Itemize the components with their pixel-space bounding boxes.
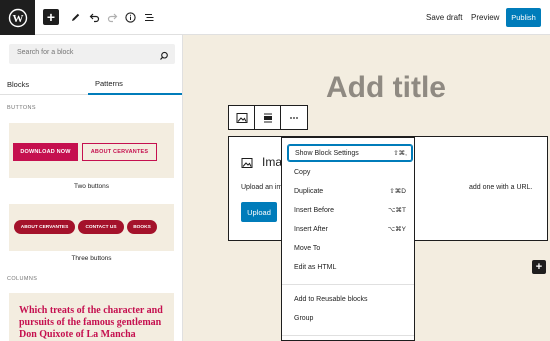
menu-item-insert-before[interactable]: Insert Before ⌥⌘T — [294, 202, 406, 218]
search-input[interactable]: Search for a block — [9, 44, 175, 64]
search-icon[interactable] — [159, 48, 169, 66]
menu-item-label: Insert Before — [294, 206, 335, 214]
menu-divider — [282, 284, 414, 285]
image-block-description-end: add one with a URL. — [469, 184, 533, 191]
search-placeholder: Search for a block — [17, 49, 74, 56]
tab-blocks[interactable]: Blocks — [7, 73, 37, 95]
menu-item-duplicate[interactable]: Duplicate ⇧⌘D — [294, 183, 406, 199]
svg-text:W: W — [12, 13, 23, 25]
menu-item-group[interactable]: Group — [294, 310, 406, 326]
image-block-title: Ima — [262, 155, 283, 169]
block-options-menu: Show Block Settings ⇧⌘, Copy Duplicate ⇧… — [281, 137, 415, 341]
block-inserter-panel: Search for a block Blocks Patterns BUTTO… — [0, 35, 183, 341]
preview-button[interactable]: Preview — [471, 0, 499, 35]
undo-icon[interactable] — [87, 8, 101, 27]
section-label-buttons: BUTTONS — [7, 105, 36, 111]
pattern-columns-text: Which treats of the character and pursui… — [19, 305, 163, 340]
pattern-three-buttons[interactable]: ABOUT CERVANTES CONTACT US BOOKS — [9, 204, 174, 251]
post-title-placeholder[interactable]: Add title — [326, 71, 446, 105]
pattern-caption-two-buttons: Two buttons — [73, 183, 110, 190]
top-toolbar: W + Save draft Preview Publish — [0, 0, 550, 35]
publish-button[interactable]: Publish — [506, 8, 541, 27]
menu-item-copy[interactable]: Copy — [294, 164, 406, 180]
info-icon[interactable] — [123, 8, 137, 27]
menu-item-shortcut: ⌥⌘T — [388, 207, 406, 214]
menu-item-label: Duplicate — [294, 187, 324, 195]
menu-item-label: Copy — [294, 168, 311, 176]
block-toolbar — [228, 105, 308, 130]
menu-item-label: Group — [294, 314, 314, 322]
image-block-description: Upload an im — [241, 184, 283, 191]
image-block-type-icon[interactable] — [229, 106, 255, 129]
pattern-books-pill: BOOKS — [127, 220, 157, 234]
align-icon[interactable] — [255, 106, 281, 129]
pattern-download-now-button: DOWNLOAD NOW — [13, 143, 78, 161]
redo-icon[interactable] — [105, 8, 119, 27]
pattern-about-cervantes-pill: ABOUT CERVANTES — [14, 220, 75, 234]
menu-item-edit-as-html[interactable]: Edit as HTML — [294, 259, 406, 275]
pattern-about-cervantes-button: ABOUT CERVANTES — [82, 143, 157, 161]
tab-patterns[interactable]: Patterns — [88, 73, 182, 95]
image-icon — [241, 156, 253, 174]
more-options-icon[interactable] — [281, 106, 307, 129]
inserter-tabs: Blocks Patterns — [0, 73, 182, 95]
tools-pencil-icon[interactable] — [68, 8, 82, 27]
section-label-columns: COLUMNS — [7, 276, 38, 282]
list-view-icon[interactable] — [142, 8, 156, 27]
menu-item-label: Insert After — [294, 225, 328, 233]
menu-item-add-to-reusable-blocks[interactable]: Add to Reusable blocks — [294, 291, 406, 307]
menu-divider — [282, 335, 414, 336]
menu-item-show-block-settings[interactable]: Show Block Settings ⇧⌘, — [288, 145, 412, 161]
pattern-two-buttons[interactable]: DOWNLOAD NOW ABOUT CERVANTES — [9, 123, 174, 178]
add-block-button[interactable]: + — [43, 9, 59, 25]
menu-item-label: Show Block Settings — [295, 149, 359, 157]
menu-item-shortcut: ⇧⌘, — [393, 150, 407, 157]
menu-item-label: Add to Reusable blocks — [294, 295, 368, 303]
menu-item-label: Edit as HTML — [294, 263, 337, 271]
save-draft-button[interactable]: Save draft — [426, 0, 462, 35]
add-block-inline-button[interactable]: + — [532, 260, 546, 274]
pattern-contact-us-pill: CONTACT US — [78, 220, 124, 234]
menu-item-shortcut: ⇧⌘D — [389, 188, 406, 195]
pattern-columns[interactable]: Which treats of the character and pursui… — [9, 293, 174, 341]
upload-button[interactable]: Upload — [241, 202, 277, 222]
wordpress-logo-icon[interactable]: W — [0, 0, 35, 35]
menu-item-shortcut: ⌥⌘Y — [387, 226, 406, 233]
menu-item-insert-after[interactable]: Insert After ⌥⌘Y — [294, 221, 406, 237]
pattern-caption-three-buttons: Three buttons — [71, 255, 112, 262]
menu-item-move-to[interactable]: Move To — [294, 240, 406, 256]
menu-item-label: Move To — [294, 244, 321, 252]
